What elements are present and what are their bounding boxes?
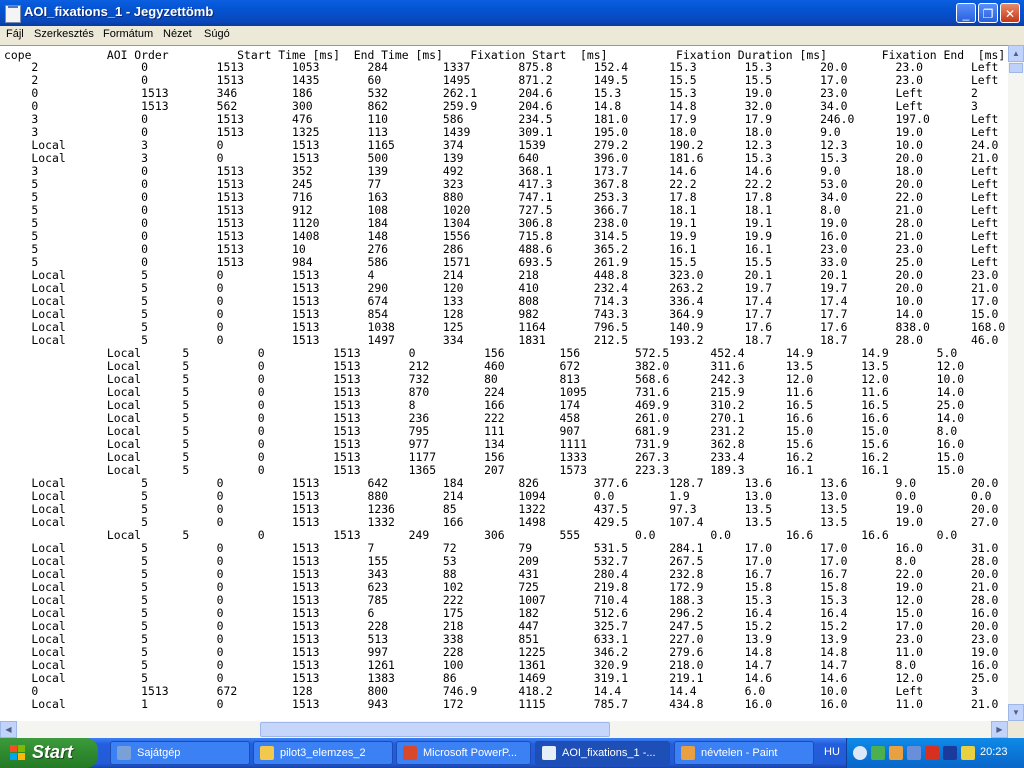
scroll-right-icon[interactable]: ▶: [991, 721, 1008, 738]
notepad-icon: [5, 5, 21, 23]
windows-logo-icon: [10, 745, 26, 761]
window-title: AOI_fixations_1 - Jegyzettömb: [24, 4, 214, 19]
language-indicator[interactable]: HU: [824, 746, 840, 758]
horizontal-scroll-thumb[interactable]: [260, 722, 610, 737]
antivirus-icon[interactable]: [925, 746, 939, 760]
task-paint[interactable]: névtelen - Paint: [674, 741, 814, 765]
vertical-scroll-thumb[interactable]: [1009, 63, 1023, 73]
start-label: Start: [32, 742, 74, 762]
minimize-button[interactable]: _: [956, 3, 976, 23]
powerpoint-icon: [403, 746, 417, 760]
menu-bar: Fájl Szerkesztés Formátum Nézet Súgó: [0, 26, 1024, 45]
text-line: Local 1 0 1513 943 172 1115 785.7 434.8 …: [0, 698, 1008, 711]
tray-app-icon[interactable]: [889, 746, 903, 760]
close-button[interactable]: ✕: [1000, 3, 1020, 23]
text-editor-area[interactable]: cope AOI Order Start Time [ms] End Time …: [0, 45, 1008, 722]
menu-format[interactable]: Formátum: [103, 28, 153, 40]
task-powerpoint[interactable]: Microsoft PowerP...: [396, 741, 531, 765]
maximize-button[interactable]: ❐: [978, 3, 998, 23]
menu-help[interactable]: Súgó: [204, 28, 230, 40]
start-button[interactable]: Start: [0, 738, 98, 768]
computer-icon: [117, 746, 131, 760]
chevron-left-icon[interactable]: [853, 746, 867, 760]
paint-icon: [681, 746, 695, 760]
task-notepad[interactable]: AOI_fixations_1 -...: [535, 741, 670, 765]
folder-icon: [260, 746, 274, 760]
text-rows: 2 0 1513 1053 284 1337 875.8 152.4 15.3 …: [0, 61, 1008, 711]
line-scope: Local: [4, 697, 66, 711]
display-icon[interactable]: [907, 746, 921, 760]
taskbar: Start Sajátgép pilot3_elemzes_2 Microsof…: [0, 738, 1024, 768]
title-bar[interactable]: AOI_fixations_1 - Jegyzettömb _ ❐ ✕: [0, 0, 1024, 26]
line-values: 1 0 1513 943 172 1115 785.7 434.8 16.0 1…: [141, 697, 999, 711]
menu-file[interactable]: Fájl: [6, 28, 24, 40]
notepad-window: AOI_fixations_1 - Jegyzettömb _ ❐ ✕ Fájl…: [0, 0, 1024, 738]
task-sajatgep[interactable]: Sajátgép: [110, 741, 250, 765]
task-label: névtelen - Paint: [701, 747, 778, 759]
bluetooth-icon[interactable]: [943, 746, 957, 760]
clock: 20:23: [980, 746, 1008, 758]
scroll-left-icon[interactable]: ◀: [0, 721, 17, 738]
notepad-icon: [542, 746, 556, 760]
task-pilot3-folder[interactable]: pilot3_elemzes_2: [253, 741, 393, 765]
task-label: AOI_fixations_1 -...: [562, 747, 656, 759]
volume-icon[interactable]: [961, 746, 975, 760]
task-label: Microsoft PowerP...: [423, 747, 517, 759]
task-label: pilot3_elemzes_2: [280, 747, 366, 759]
menu-edit[interactable]: Szerkesztés: [34, 28, 94, 40]
menu-view[interactable]: Nézet: [163, 28, 192, 40]
task-label: Sajátgép: [137, 747, 181, 759]
network-icon[interactable]: [871, 746, 885, 760]
scroll-up-icon[interactable]: ▲: [1008, 45, 1024, 62]
horizontal-scrollbar[interactable]: ◀ ▶: [0, 721, 1008, 738]
size-grip[interactable]: [1008, 721, 1024, 738]
vertical-scrollbar[interactable]: ▲ ▼: [1008, 45, 1024, 721]
scroll-down-icon[interactable]: ▼: [1008, 704, 1024, 721]
